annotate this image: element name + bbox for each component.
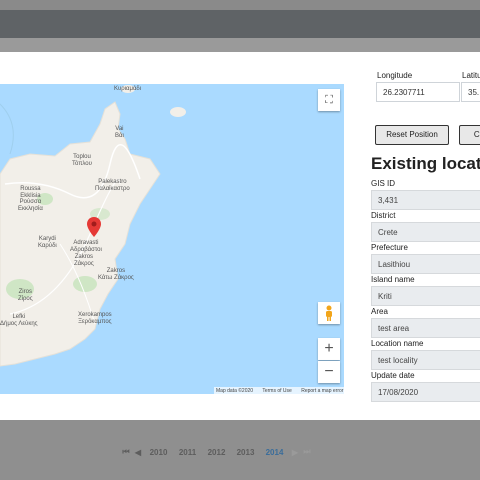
- page-link-active[interactable]: 2014: [260, 448, 289, 457]
- area-value: test area: [371, 318, 480, 338]
- map-attribution: Map data ©2020 Terms of Use Report a map…: [214, 387, 354, 395]
- browser-top-strip: [0, 0, 480, 10]
- street-view-pegman[interactable]: [318, 302, 340, 324]
- page-header-band: [0, 10, 480, 38]
- location-name-label: Location name: [371, 339, 424, 348]
- minus-icon: −: [324, 363, 334, 380]
- island-name-value: Kriti: [371, 286, 480, 306]
- place-label: Palekastro Παλαίκαστρο: [95, 179, 130, 192]
- next-page-icon[interactable]: ▶: [289, 448, 301, 457]
- place-label: Zakros Κάτω Ζάκρος: [98, 268, 134, 281]
- first-page-icon[interactable]: ⏮: [120, 447, 132, 457]
- place-label: Toplou Τόπλου: [72, 154, 92, 167]
- pegman-icon: [326, 305, 332, 321]
- update-date-label: Update date: [371, 371, 415, 380]
- place-label: Roussa Ekklisia Ρούσσα Εκκλησία: [18, 186, 43, 212]
- longitude-input[interactable]: 26.2307711: [376, 82, 460, 102]
- previous-page-icon[interactable]: ◀: [132, 448, 144, 457]
- last-page-icon[interactable]: ⏭: [301, 447, 313, 457]
- year-pagination: ⏮ ◀ 2010 2011 2012 2013 2014 ▶ ⏭: [120, 447, 313, 457]
- fullscreen-icon: ⛶: [325, 93, 333, 106]
- location-marker-icon[interactable]: [87, 217, 101, 237]
- page-link[interactable]: 2013: [231, 448, 260, 457]
- page-link[interactable]: 2011: [173, 448, 202, 457]
- place-label: Vai Βάι: [115, 126, 124, 139]
- place-label: Κυριαμάδι: [114, 86, 142, 92]
- island-name-label: Island name: [371, 275, 415, 284]
- reset-position-button[interactable]: Reset Position: [375, 125, 449, 145]
- place-label: Ziros Ζίρος: [18, 289, 33, 302]
- fullscreen-button[interactable]: ⛶: [318, 89, 340, 111]
- map-data-text: Map data ©2020: [216, 388, 254, 394]
- place-label: Zakros Ζάκρος: [74, 254, 94, 267]
- district-label: District: [371, 211, 396, 220]
- longitude-label: Longitude: [377, 71, 413, 80]
- overlay-strip: [0, 38, 480, 52]
- existing-location-heading: Existing locatio: [371, 154, 480, 173]
- zoom-out-button[interactable]: −: [318, 361, 340, 383]
- map-view[interactable]: Κυριαμάδι Vai Βάι Toplou Τόπλου Palekast…: [0, 84, 344, 394]
- update-date-value: 17/08/2020: [371, 382, 480, 402]
- place-label: Adravasti Αδραβάστοι: [70, 240, 102, 253]
- area-label: Area: [371, 307, 388, 316]
- district-value: Crete: [371, 222, 480, 242]
- prefecture-label: Prefecture: [371, 243, 408, 252]
- latitude-input[interactable]: 35.: [461, 82, 480, 102]
- latitude-label: Latitu: [462, 71, 480, 80]
- place-label: Xerokampos Ξερόκαμπος: [78, 312, 112, 325]
- place-label: Lefki Δήμος Λεύκης: [0, 314, 38, 327]
- cancel-button[interactable]: Ca: [459, 125, 480, 145]
- gis-id-value: 3,431: [371, 190, 480, 210]
- place-label: Karydi Καρύδι: [38, 236, 57, 249]
- prefecture-value: Lasithiou: [371, 254, 480, 274]
- page-link[interactable]: 2010: [144, 448, 173, 457]
- page-link[interactable]: 2012: [202, 448, 231, 457]
- zoom-in-button[interactable]: +: [318, 338, 340, 360]
- gis-id-label: GIS ID: [371, 179, 396, 188]
- plus-icon: +: [324, 340, 334, 357]
- location-name-value: test locality: [371, 350, 480, 370]
- report-link[interactable]: Report a map error: [301, 388, 343, 394]
- terms-link[interactable]: Terms of Use: [262, 388, 291, 394]
